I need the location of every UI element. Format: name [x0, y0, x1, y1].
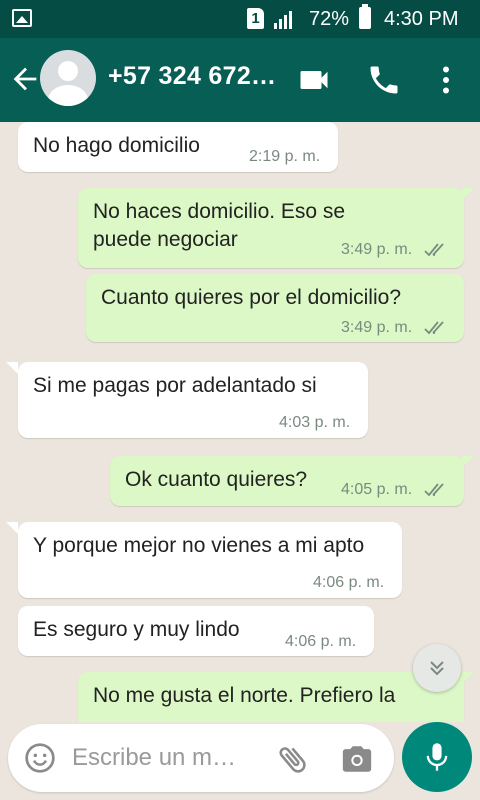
message-text: Si me pagas por adelantado si [33, 374, 317, 397]
read-ticks-icon [424, 483, 444, 497]
message-text: Cuanto quieres por el domicilio? [101, 286, 401, 309]
message-time: 2:19 p. m. [249, 148, 321, 165]
status-bar: 1 72% 4:30 PM [0, 0, 480, 38]
emoji-icon[interactable] [24, 742, 56, 774]
read-ticks-icon [424, 243, 444, 257]
contact-name[interactable]: +57 324 672… [108, 62, 286, 91]
message-text: Y porque mejor no vienes a mi apto [33, 534, 365, 557]
message-time: 4:06 p. m. [285, 633, 357, 650]
status-time: 4:30 PM [384, 8, 459, 30]
double-chevron-down-icon [430, 661, 444, 676]
chat-header: +57 324 672… [0, 38, 480, 122]
mic-button[interactable] [402, 722, 472, 792]
image-icon [12, 9, 32, 27]
message-bubble-incoming[interactable]: Si me pagas por adelantado si 4:03 p. m. [18, 362, 368, 438]
message-text: Ok cuanto quieres? [125, 468, 308, 491]
message-text: No hago domicilio [33, 134, 200, 157]
more-vert-icon[interactable] [428, 62, 464, 98]
message-bubble-outgoing[interactable]: Ok cuanto quieres? 4:05 p. m. [110, 456, 464, 506]
message-time: 3:49 p. m. [341, 241, 413, 258]
avatar-icon[interactable] [40, 50, 96, 106]
phone-icon[interactable] [366, 62, 402, 98]
signal-icon [274, 11, 292, 29]
chat-area[interactable]: No hago domicilio 2:19 p. m. No haces do… [0, 122, 480, 722]
sim-icon: 1 [247, 8, 264, 29]
back-arrow-icon[interactable] [8, 62, 42, 96]
message-bubble-incoming[interactable]: Es seguro y muy lindo 4:06 p. m. [18, 606, 374, 656]
battery-percent: 72% [309, 8, 350, 30]
video-call-icon[interactable] [296, 62, 332, 98]
message-text: Es seguro y muy lindo [33, 618, 240, 641]
message-bubble-incoming[interactable]: Y porque mejor no vienes a mi apto 4:06 … [18, 522, 402, 598]
message-bubble-outgoing[interactable]: Cuanto quieres por el domicilio? 3:49 p.… [86, 274, 464, 342]
message-text: No me gusta el norte. Prefiero la [93, 684, 396, 707]
message-bubble-outgoing[interactable]: No haces domicilio. Eso se puede negocia… [78, 188, 464, 268]
message-bubble-outgoing[interactable]: No me gusta el norte. Prefiero la [78, 672, 464, 722]
bubble-tail [6, 522, 18, 534]
read-ticks-icon [424, 321, 444, 335]
message-time: 3:49 p. m. [341, 319, 413, 336]
message-time: 4:06 p. m. [313, 574, 385, 591]
message-time: 4:03 p. m. [279, 414, 351, 431]
message-bubble-incoming[interactable]: No hago domicilio 2:19 p. m. [18, 122, 338, 172]
bubble-tail [6, 362, 18, 374]
mic-icon [426, 743, 448, 771]
message-composer: Escribe un m… [8, 724, 394, 792]
battery-icon [359, 4, 371, 29]
message-time: 4:05 p. m. [341, 481, 413, 498]
scroll-down-button[interactable] [413, 644, 461, 692]
camera-icon[interactable] [340, 742, 374, 776]
message-input[interactable]: Escribe un m… [72, 744, 262, 772]
attach-icon[interactable] [276, 742, 310, 776]
